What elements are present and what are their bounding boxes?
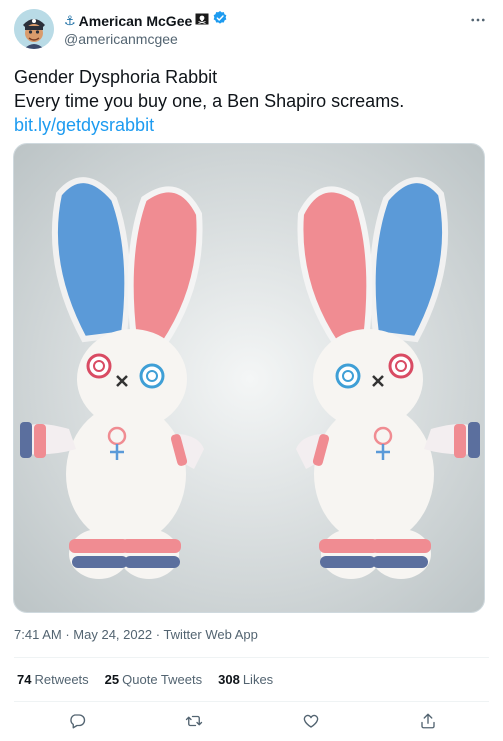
reply-icon[interactable] [64, 708, 90, 734]
heart-icon[interactable] [298, 708, 324, 734]
likes-label: Likes [242, 672, 274, 687]
handle[interactable]: @americanmcgee [64, 31, 228, 47]
tweet-time[interactable]: 7:41 AM [14, 627, 62, 642]
retweets-label: Retweets [34, 672, 89, 687]
tweet-stats: 74 Retweets 25 Quote Tweets 308 Likes [17, 672, 273, 687]
anchor-icon: ⚓ [64, 12, 76, 28]
author-info: ⚓ American McGee @americanmcgee [64, 10, 228, 47]
tweet-line-2: Every time you buy one, a Ben Shapiro sc… [14, 91, 405, 111]
quote-tweets-label: Quote Tweets [122, 672, 203, 687]
tweet-source[interactable]: Twitter Web App [163, 627, 257, 642]
display-name[interactable]: American McGee [79, 13, 193, 29]
meta-separator-2: · [155, 627, 161, 642]
tweet-link[interactable]: bit.ly/getdysrabbit [14, 113, 489, 137]
retweets-stat[interactable]: 74 Retweets [17, 672, 89, 687]
share-icon[interactable] [415, 708, 441, 734]
tweet-actions [14, 708, 489, 734]
tweet-meta: 7:41 AM · May 24, 2022 · Twitter Web App [14, 627, 258, 642]
quote-tweets-stat[interactable]: 25 Quote Tweets [105, 672, 202, 687]
name-row: ⚓ American McGee [64, 10, 228, 31]
divider [14, 657, 489, 658]
avatar[interactable] [14, 9, 54, 49]
likes-count: 308 [218, 672, 240, 687]
tweet-header: ⚓ American McGee @americanmcgee [14, 9, 489, 51]
retweets-count: 74 [17, 672, 32, 687]
tweet-line-1: Gender Dysphoria Rabbit [14, 67, 218, 87]
verified-badge-icon [212, 10, 228, 31]
tweet-image[interactable] [13, 143, 485, 613]
retweet-icon[interactable] [181, 708, 207, 734]
tweet-text: Gender Dysphoria Rabbit Every time you b… [14, 65, 489, 137]
more-icon[interactable] [469, 11, 487, 34]
tweet-date[interactable]: May 24, 2022 [73, 627, 152, 642]
rabbit-photo [14, 144, 484, 612]
pirate-flag-icon [195, 12, 209, 30]
divider-2 [14, 701, 489, 702]
quote-tweets-count: 25 [104, 672, 120, 687]
meta-separator: · [65, 627, 70, 642]
likes-stat[interactable]: 308 Likes [218, 672, 273, 687]
